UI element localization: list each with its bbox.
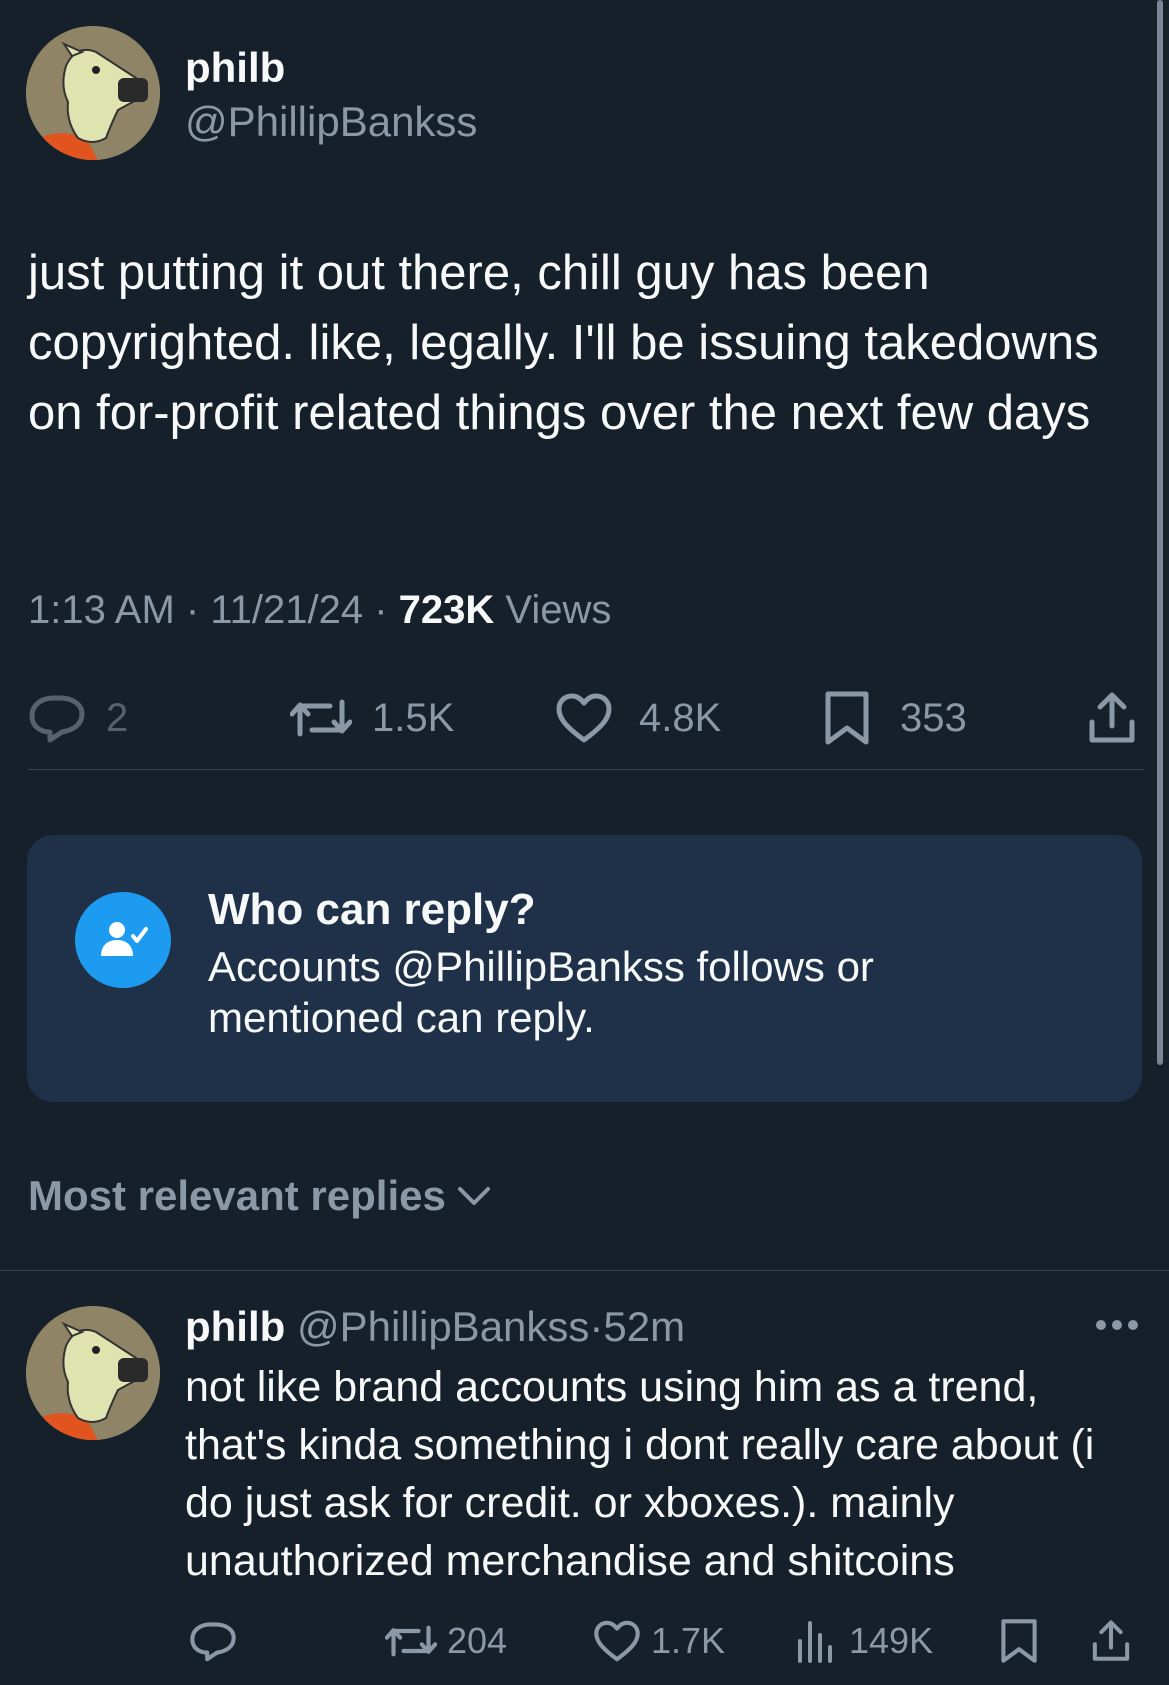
heart-icon — [556, 693, 612, 743]
reply-author-name[interactable]: philb — [185, 1303, 285, 1350]
sort-label: Most relevant replies — [28, 1172, 446, 1219]
reply-views-count: 149K — [849, 1620, 934, 1661]
chevron-down-icon — [457, 1187, 490, 1205]
reply-count: 2 — [106, 695, 129, 740]
repost-count: 1.5K — [372, 695, 455, 740]
views-label: Views — [505, 588, 612, 632]
heart-icon — [594, 1620, 640, 1662]
meta-separator: · — [374, 588, 388, 632]
reply-author-avatar[interactable] — [26, 1306, 160, 1440]
repost-button[interactable]: 1.5K — [290, 688, 454, 748]
meta-separator: · — [185, 588, 200, 632]
share-icon — [1089, 692, 1135, 743]
sort-replies-dropdown[interactable]: Most relevant replies — [28, 1172, 492, 1220]
bookmark-icon — [825, 691, 869, 745]
bookmark-icon — [1001, 1619, 1037, 1663]
repost-icon — [290, 699, 352, 737]
divider — [0, 1270, 1169, 1271]
dog-avatar-icon — [26, 1306, 160, 1440]
author-handle[interactable]: @PhillipBankss — [185, 98, 477, 146]
repost-icon — [385, 1625, 437, 1657]
tweet-text: just putting it out there, chill guy has… — [28, 246, 1099, 440]
views-chart-icon — [798, 1621, 832, 1663]
reply-bookmark-button[interactable] — [1000, 1616, 1038, 1666]
tweet-time[interactable]: 1:13 AM — [28, 588, 175, 632]
more-options-button[interactable] — [1095, 1318, 1139, 1337]
author-name[interactable]: philb — [185, 44, 285, 92]
reply-like-count: 1.7K — [651, 1620, 726, 1661]
divider — [28, 769, 1144, 770]
card-title: Who can reply? — [208, 885, 536, 934]
tweet-actions: 2 1.5K 4.8K 353 — [28, 688, 1138, 748]
reply-icon — [29, 695, 85, 743]
reply-separator: · — [589, 1303, 604, 1350]
who-can-reply-card: Who can reply? Accounts @PhillipBankss f… — [27, 835, 1142, 1102]
share-icon — [1092, 1620, 1130, 1661]
tweet-date[interactable]: 11/21/24 — [210, 588, 363, 632]
reply-header: philb @PhillipBankss·52m — [185, 1303, 685, 1351]
author-avatar[interactable] — [26, 26, 160, 160]
reply-restriction-badge — [75, 892, 171, 988]
reply-icon — [190, 1622, 236, 1662]
reply-author-handle[interactable]: @PhillipBankss — [297, 1303, 589, 1350]
reply-button[interactable]: 2 — [28, 688, 128, 748]
views-count: 723K — [398, 588, 495, 632]
like-button[interactable]: 4.8K — [555, 688, 721, 748]
card-body: Accounts @PhillipBankss follows or menti… — [208, 943, 874, 1041]
share-button[interactable] — [1086, 688, 1138, 748]
more-dots-icon — [1096, 1320, 1138, 1330]
reply-reply-button[interactable] — [189, 1616, 237, 1666]
reply-repost-button[interactable]: 204 — [385, 1616, 507, 1666]
person-check-icon — [101, 922, 148, 956]
like-count: 4.8K — [639, 695, 722, 740]
reply-views-button[interactable]: 149K — [795, 1616, 933, 1666]
bookmark-button[interactable]: 353 — [824, 688, 967, 748]
reply-like-button[interactable]: 1.7K — [593, 1616, 725, 1666]
bookmark-count: 353 — [900, 695, 967, 740]
scrollbar[interactable] — [1157, 0, 1163, 1065]
reply-repost-count: 204 — [447, 1620, 508, 1661]
reply-actions: 204 1.7K 149K — [185, 1616, 1145, 1666]
reply-share-button[interactable] — [1090, 1616, 1132, 1666]
tweet-meta: 1:13 AM · 11/21/24 · 723K Views — [28, 588, 611, 633]
reply-text: not like brand accounts using him as a t… — [185, 1363, 1095, 1585]
dog-avatar-icon — [26, 26, 160, 160]
reply-time[interactable]: 52m — [603, 1303, 685, 1350]
